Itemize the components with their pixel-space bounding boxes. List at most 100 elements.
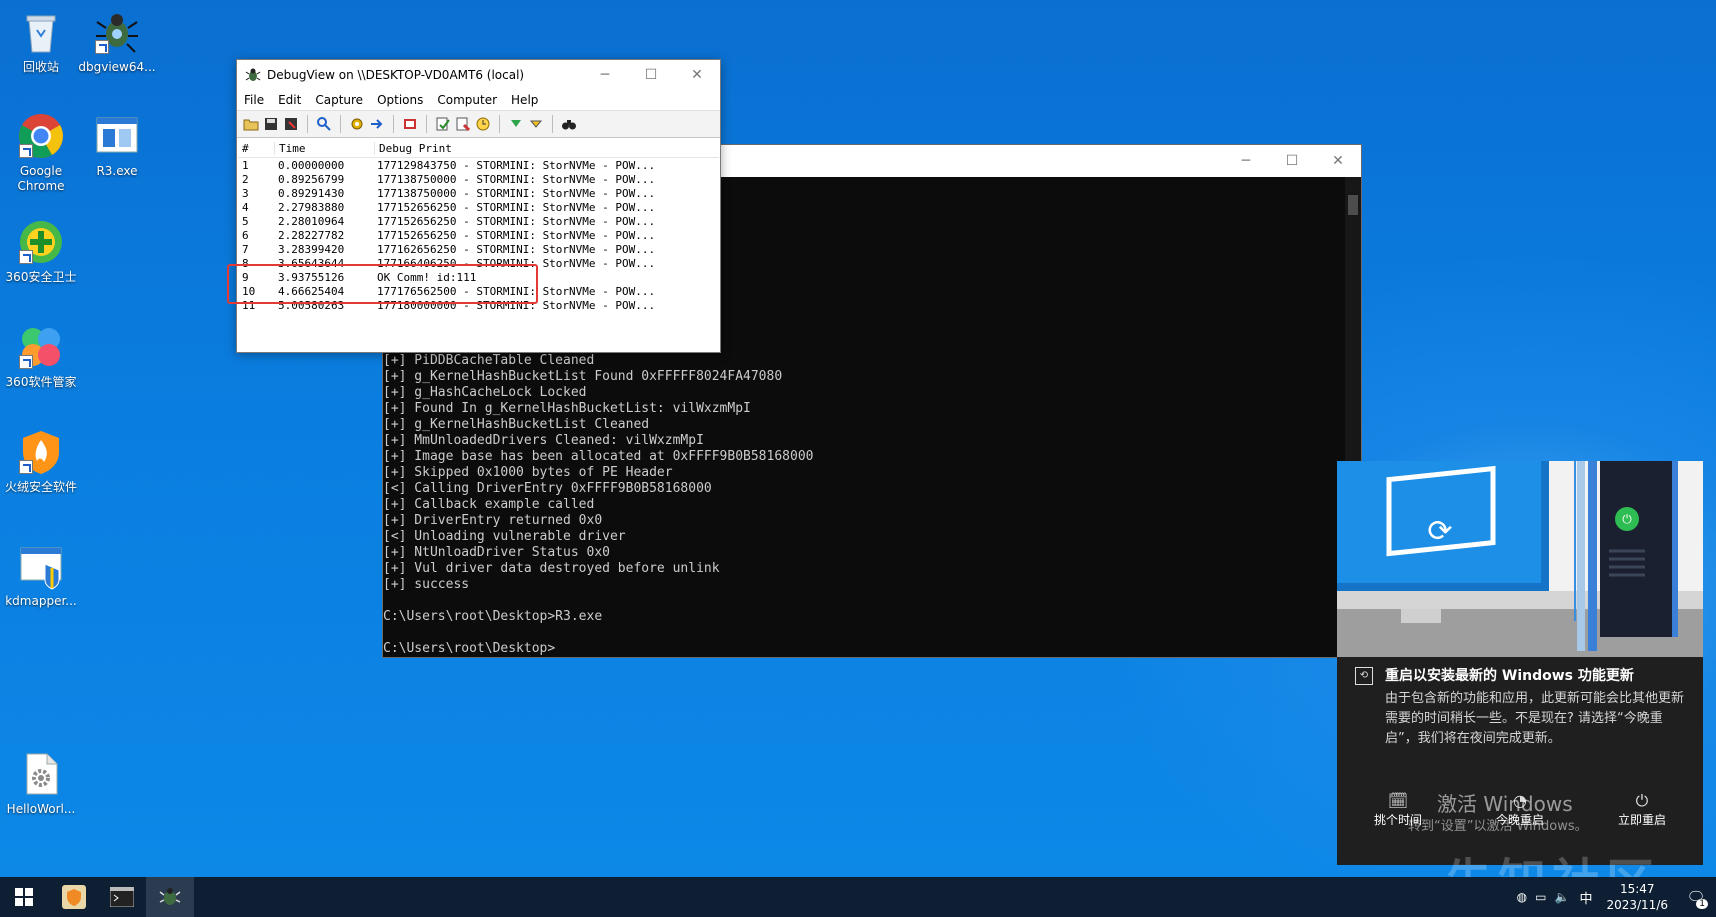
table-row[interactable]: 1 0.00000000 177129843750 - STORMINI: Stor… bbox=[238, 158, 719, 172]
menu-file[interactable]: File bbox=[244, 93, 264, 107]
restart-now-label: 立即重启 bbox=[1617, 813, 1666, 827]
maximize-button[interactable]: ☐ bbox=[628, 60, 674, 90]
power-button-icon: ⏻ bbox=[1635, 791, 1649, 810]
highlight-icon[interactable] bbox=[455, 116, 471, 132]
desktop-icon-chrome[interactable]: Google Chrome bbox=[0, 112, 82, 194]
table-row[interactable]: 3 0.89291430 177138750000 - STORMINI: Stor… bbox=[238, 186, 719, 200]
menu-edit[interactable]: Edit bbox=[278, 93, 301, 107]
column-header-debug-print[interactable]: Debug Print bbox=[375, 142, 719, 155]
kdmapper-icon bbox=[17, 542, 65, 590]
table-row[interactable]: 5 2.28010964 177152656250 - STORMINI: Stor… bbox=[238, 214, 719, 228]
capture-gear-icon[interactable] bbox=[349, 116, 365, 132]
close-icon: ✕ bbox=[1332, 153, 1344, 169]
filter-icon[interactable] bbox=[435, 116, 451, 132]
menu-computer[interactable]: Computer bbox=[437, 93, 497, 107]
debugview-window[interactable]: DebugView on \\DESKTOP-VD0AMT6 (local) ─… bbox=[236, 59, 721, 353]
update-small-icon: ⟲ bbox=[1355, 667, 1373, 685]
table-row[interactable]: 4 2.27983880 177152656250 - STORMINI: Stor… bbox=[238, 200, 719, 214]
desktop-icon-label: 回收站 bbox=[22, 60, 59, 74]
shortcut-arrow-icon bbox=[19, 355, 33, 369]
restart-now-button[interactable]: ⏻ 立即重启 bbox=[1587, 791, 1697, 828]
debug-output-list[interactable]: # Time Debug Print 1 0.00000000 1771298437… bbox=[238, 139, 719, 351]
console-line: [+] MmUnloadedDrivers Cleaned: vilWxzmMp… bbox=[383, 433, 704, 448]
console-line: [+] g_KernelHashBucketList Found 0xFFFFF… bbox=[383, 369, 783, 384]
autoscroll-down-icon[interactable] bbox=[508, 116, 524, 132]
network-icon[interactable]: ▭ bbox=[1535, 890, 1546, 904]
shield-app-icon bbox=[62, 885, 86, 909]
close-button[interactable]: ✕ bbox=[1315, 145, 1361, 177]
table-row[interactable]: 7 3.28399420 177162656250 - STORMINI: Stor… bbox=[238, 242, 719, 256]
find-binoculars-icon[interactable] bbox=[561, 116, 577, 132]
start-button[interactable] bbox=[0, 877, 48, 917]
desktop-icon-360-safe[interactable]: 360安全卫士 bbox=[0, 218, 82, 285]
history-depth-icon[interactable] bbox=[528, 116, 544, 132]
highlight-annotation-box bbox=[227, 264, 538, 304]
desktop-icon-kdmapper[interactable]: kdmapper... bbox=[0, 542, 82, 609]
scrollbar-thumb[interactable] bbox=[1348, 195, 1358, 215]
taskbar-app-console[interactable] bbox=[98, 877, 146, 917]
console-line: [+] Vul driver data destroyed before unl… bbox=[383, 561, 720, 576]
open-folder-icon[interactable] bbox=[243, 116, 259, 132]
console-line: [+] success bbox=[383, 577, 470, 592]
notification-count-badge: 1 bbox=[1696, 899, 1708, 909]
bug-icon bbox=[93, 8, 141, 56]
desktop-icon-huorong[interactable]: 火绒安全软件 bbox=[0, 428, 82, 495]
desktop-icon-360-software[interactable]: 360软件管家 bbox=[0, 323, 82, 390]
toolbar-separator bbox=[307, 115, 308, 133]
maximize-icon: ☐ bbox=[644, 67, 658, 83]
console-line: [+] Skipped 0x1000 bytes of PE Header bbox=[383, 465, 673, 480]
row-time: 0.00000000 bbox=[278, 158, 345, 172]
debugview-menubar: File Edit Capture Options Computer Help bbox=[237, 90, 720, 110]
clock-date: 2023/11/6 bbox=[1606, 898, 1668, 912]
minimize-icon: ─ bbox=[600, 67, 610, 83]
maximize-button[interactable]: ☐ bbox=[1269, 145, 1315, 177]
desktop-icon-helloworld-sys[interactable]: HelloWorl... bbox=[0, 750, 82, 817]
taskbar-app-debugview[interactable] bbox=[146, 877, 194, 917]
minimize-button[interactable]: ─ bbox=[1223, 145, 1269, 177]
search-icon[interactable] bbox=[316, 116, 332, 132]
desktop-icon-dbgview[interactable]: dbgview64... bbox=[76, 8, 158, 75]
console-line: C:\Users\root\Desktop>R3.exe bbox=[383, 609, 603, 624]
row-time: 3.28399420 bbox=[278, 242, 345, 256]
minimize-button[interactable]: ─ bbox=[582, 60, 628, 90]
console-line: C:\Users\root\Desktop> bbox=[383, 641, 556, 656]
console-line: [<] Unloading vulnerable driver bbox=[383, 529, 626, 544]
desktop-icon-recycle-bin[interactable]: 回收站 bbox=[0, 8, 82, 75]
log-to-file-icon[interactable] bbox=[283, 116, 299, 132]
ime-indicator[interactable]: 中 bbox=[1579, 888, 1592, 907]
clock-time: 15:47 bbox=[1619, 882, 1655, 896]
console-line: [+] Image base has been allocated at 0xF… bbox=[383, 449, 814, 464]
taskbar-clock[interactable]: 15:47 2023/11/6 bbox=[1606, 881, 1668, 913]
exe-icon bbox=[93, 112, 141, 160]
clock-icon[interactable] bbox=[475, 116, 491, 132]
save-icon[interactable] bbox=[263, 116, 279, 132]
console-line: [+] NtUnloadDriver Status 0x0 bbox=[383, 545, 610, 560]
column-header-time[interactable]: Time bbox=[275, 141, 375, 155]
antivirus-tray-icon[interactable]: ◍ bbox=[1517, 890, 1527, 904]
taskbar-app-kdmapper[interactable] bbox=[50, 877, 98, 917]
clear-display-icon[interactable] bbox=[402, 116, 418, 132]
row-time: 2.28227782 bbox=[278, 228, 345, 242]
arrow-right-icon[interactable] bbox=[369, 116, 385, 132]
menu-options[interactable]: Options bbox=[377, 93, 423, 107]
toolbar-separator bbox=[340, 115, 341, 133]
row-debug-print: 177152656250 - STORMINI: StorNVMe - POW.… bbox=[377, 200, 656, 214]
desktop-icon-r3[interactable]: R3.exe bbox=[76, 112, 158, 179]
table-row[interactable]: 2 0.89256799 177138750000 - STORMINI: Stor… bbox=[238, 172, 719, 186]
row-number: 4 bbox=[242, 200, 249, 214]
row-debug-print: 177138750000 - STORMINI: StorNVMe - POW.… bbox=[377, 186, 656, 200]
volume-icon[interactable]: 🔈 bbox=[1555, 890, 1570, 904]
taskbar: ◍ ▭ 🔈 中 15:47 2023/11/6 🗨 1 bbox=[0, 877, 1716, 917]
action-center-button[interactable]: 🗨 1 bbox=[1676, 877, 1716, 917]
close-button[interactable]: ✕ bbox=[674, 60, 720, 90]
debugview-titlebar[interactable]: DebugView on \\DESKTOP-VD0AMT6 (local) ─… bbox=[237, 60, 720, 90]
debugview-app-icon bbox=[245, 67, 261, 83]
table-row[interactable]: 6 2.28227782 177152656250 - STORMINI: Stor… bbox=[238, 228, 719, 242]
menu-help[interactable]: Help bbox=[511, 93, 538, 107]
column-header-number[interactable]: # bbox=[238, 141, 275, 155]
refresh-update-icon: ⟳ bbox=[1427, 513, 1453, 549]
shortcut-arrow-icon bbox=[19, 144, 33, 158]
menu-capture[interactable]: Capture bbox=[315, 93, 363, 107]
row-number: 6 bbox=[242, 228, 249, 242]
